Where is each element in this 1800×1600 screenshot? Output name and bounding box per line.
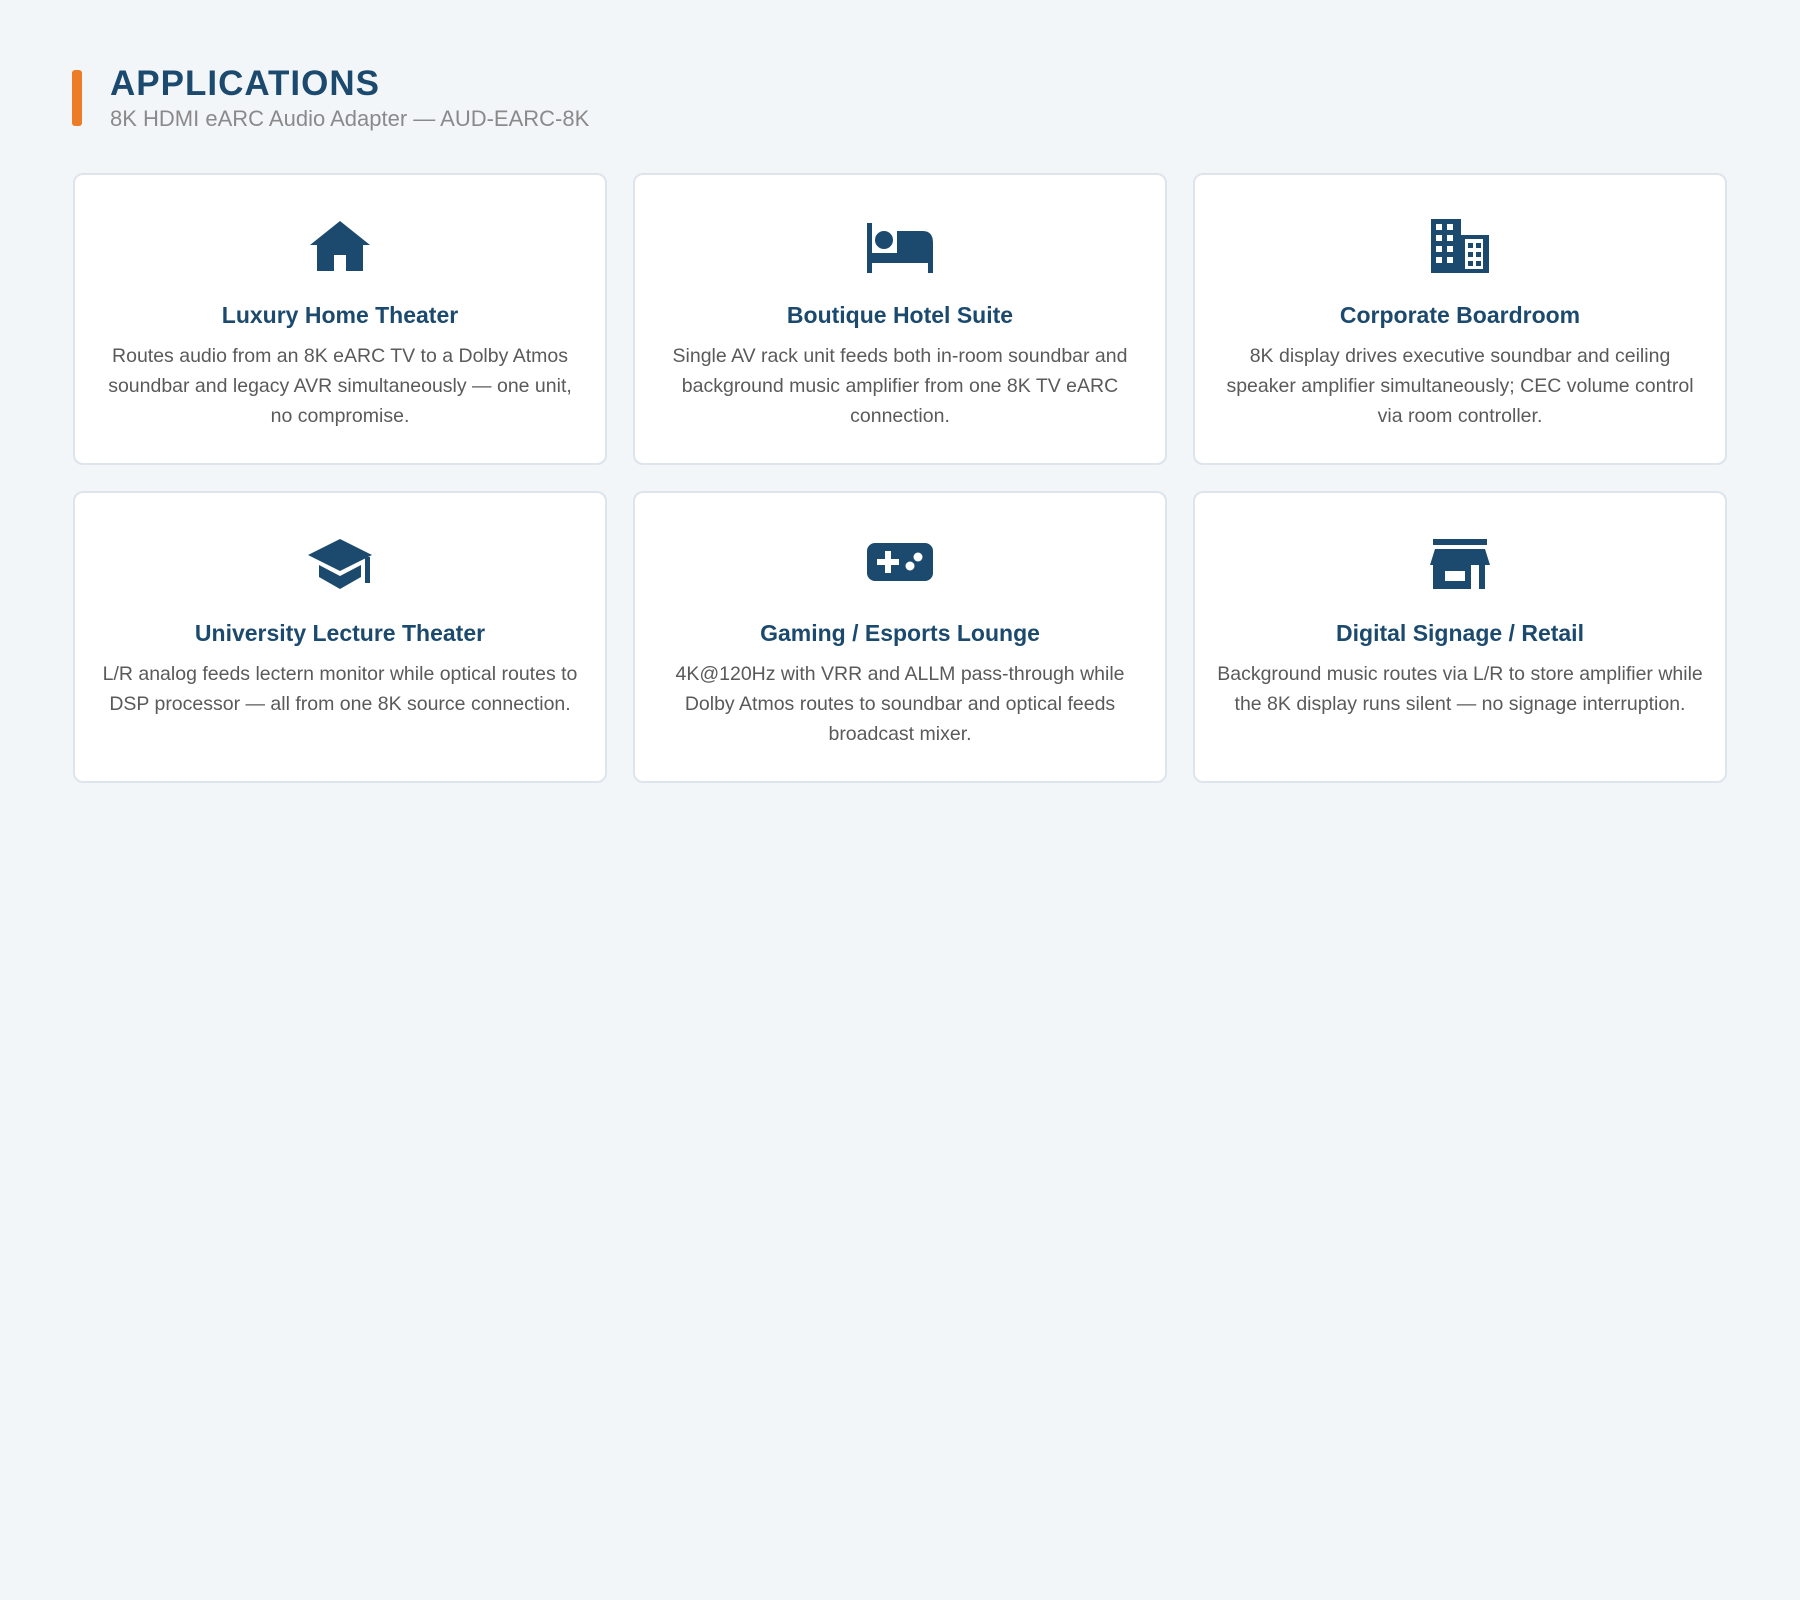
page-title: APPLICATIONS [110, 64, 380, 103]
card-title: Digital Signage / Retail [1336, 620, 1584, 646]
application-card-boardroom: Corporate Boardroom 8K display drives ex… [1193, 173, 1727, 465]
application-card-gaming-lounge: Gaming / Esports Lounge 4K@120Hz with VR… [633, 491, 1167, 783]
card-description: 4K@120Hz with VRR and ALLM pass-through … [675, 663, 1125, 745]
card-title: Luxury Home Theater [221, 302, 459, 328]
application-card-digital-signage: Digital Signage / Retail Background musi… [1193, 491, 1727, 783]
graduation-cap-icon [75, 535, 605, 591]
header-accent-bar [72, 70, 82, 126]
page-subtitle: 8K HDMI eARC Audio Adapter — AUD-EARC-8K [110, 106, 590, 131]
gamepad-icon [635, 535, 1165, 591]
card-title: Gaming / Esports Lounge [760, 620, 1040, 646]
store-icon [1195, 535, 1725, 591]
application-card-lecture-theater: University Lecture Theater L/R analog fe… [73, 491, 607, 783]
home-icon [75, 217, 605, 273]
application-card-home-theater: Luxury Home Theater Routes audio from an… [73, 173, 607, 465]
card-description: 8K display drives executive soundbar and… [1226, 345, 1694, 427]
card-title: University Lecture Theater [194, 620, 486, 646]
building-icon [1195, 217, 1725, 273]
card-title: Corporate Boardroom [1339, 302, 1581, 328]
card-description: Single AV rack unit feeds both in-room s… [672, 345, 1128, 427]
bed-icon [635, 217, 1165, 273]
application-card-hotel-suite: Boutique Hotel Suite Single AV rack unit… [633, 173, 1167, 465]
applications-grid: Luxury Home Theater Routes audio from an… [73, 173, 1728, 783]
card-description: Routes audio from an 8K eARC TV to a Dol… [108, 345, 572, 427]
card-description: L/R analog feeds lectern monitor while o… [102, 663, 578, 715]
card-title: Boutique Hotel Suite [786, 302, 1014, 328]
card-description: Background music routes via L/R to store… [1217, 663, 1703, 715]
